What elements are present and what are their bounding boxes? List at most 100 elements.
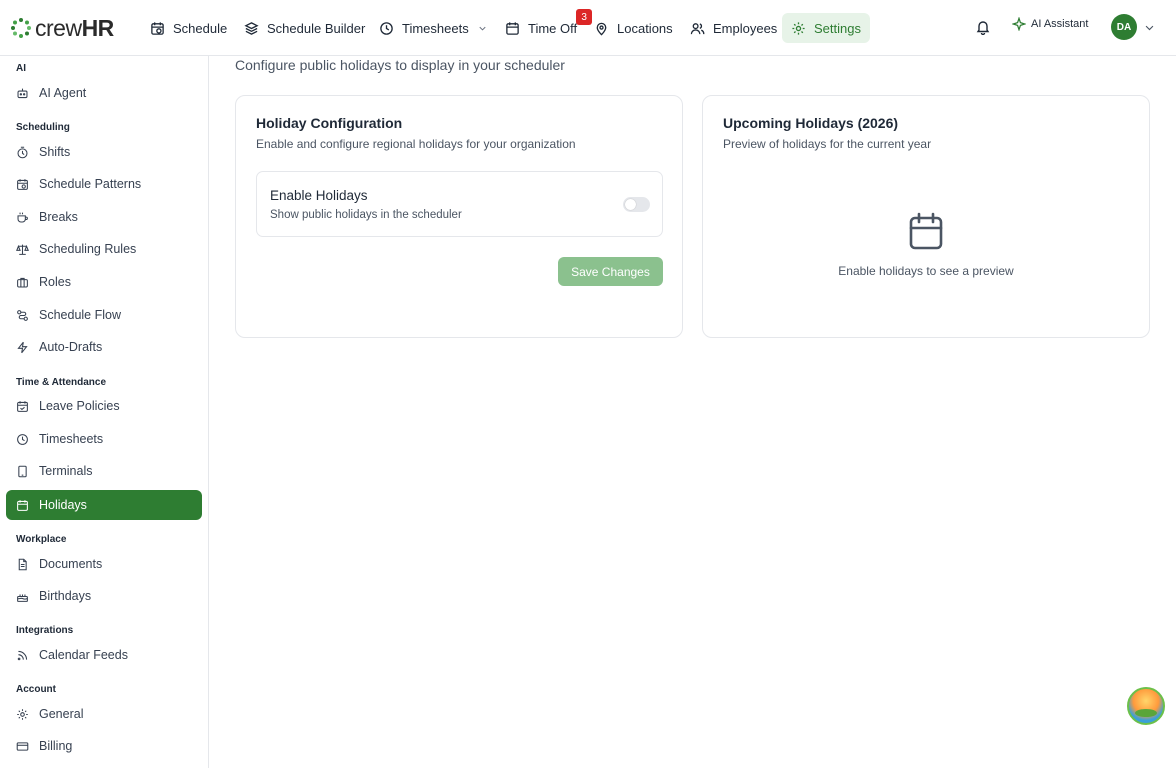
sidebar-item-breaks[interactable]: Breaks	[6, 202, 202, 232]
sidebar-item-terminals[interactable]: Terminals	[6, 456, 202, 486]
sidebar-item-birthdays[interactable]: Birthdays	[6, 581, 202, 611]
sidebar-item-holidays[interactable]: Holidays	[6, 490, 202, 520]
chevron-down-icon	[479, 26, 486, 31]
card-title: Holiday Configuration	[256, 115, 403, 131]
timer-icon	[17, 146, 28, 158]
nav-label: Schedule Builder	[267, 20, 366, 36]
file-icon	[18, 558, 27, 570]
page-subtitle: Configure public holidays to display in …	[235, 57, 565, 73]
nav-label: Schedule	[173, 20, 228, 36]
nav-label: Settings	[814, 20, 861, 36]
calendar-icon	[909, 212, 943, 250]
bell-icon[interactable]	[975, 19, 991, 35]
zap-icon	[17, 341, 28, 353]
logo-mark-icon	[11, 18, 31, 38]
calendar-icon	[17, 499, 28, 511]
nav-timesheets[interactable]: Timesheets	[370, 13, 497, 43]
sidebar-item-label: Schedule Flow	[39, 308, 121, 322]
logo-text: crewHR	[35, 14, 114, 41]
section-title-ai: AI	[16, 63, 26, 74]
enable-holidays-description: Show public holidays in the scheduler	[270, 209, 462, 221]
ai-assistant-button[interactable]: AI Assistant	[1012, 17, 1088, 31]
credit-card-icon	[16, 741, 29, 751]
section-title-account: Account	[16, 684, 56, 695]
nav-employees[interactable]: Employees	[681, 13, 786, 43]
sparkle-icon	[1012, 17, 1026, 31]
sidebar-item-label: Birthdays	[39, 589, 92, 603]
sidebar-item-timesheets[interactable]: Timesheets	[6, 424, 202, 454]
rss-icon	[17, 650, 28, 660]
sidebar-item-label: Breaks	[39, 210, 78, 224]
crewhr-logo[interactable]: crewHR	[10, 14, 114, 42]
briefcase-icon	[17, 277, 28, 287]
sidebar-item-leave-policies[interactable]: Leave Policies	[6, 391, 202, 421]
section-title-integrations: Integrations	[16, 625, 74, 636]
sidebar-item-general[interactable]: General	[6, 699, 202, 729]
nav-label: Timesheets	[402, 20, 469, 36]
section-title-time-attendance: Time & Attendance	[16, 377, 107, 388]
sidebar-item-schedule-flow[interactable]: Schedule Flow	[6, 300, 202, 330]
ai-assistant-label: AI Assistant	[1031, 18, 1089, 30]
settings-sidebar: AI AI Agent Scheduling Shifts Schedule P…	[0, 56, 209, 768]
sidebar-item-label: Shifts	[39, 145, 71, 159]
sidebar-item-calendar-feeds[interactable]: Calendar Feeds	[6, 640, 202, 670]
sidebar-item-roles[interactable]: Roles	[6, 267, 202, 297]
sidebar-item-label: Calendar Feeds	[39, 648, 128, 662]
nav-label: Locations	[617, 20, 673, 36]
users-icon	[690, 22, 705, 34]
gear-icon	[17, 708, 28, 720]
nav-label: Employees	[713, 20, 778, 36]
nav-settings[interactable]: Settings	[782, 13, 870, 43]
card-title: Upcoming Holidays (2026)	[723, 115, 899, 131]
calendar-clock-icon	[17, 178, 28, 190]
sidebar-item-billing[interactable]: Billing	[6, 731, 202, 761]
card-subtitle: Enable and configure regional holidays f…	[256, 137, 576, 151]
nav-time-off[interactable]: Time Off 3	[496, 9, 593, 43]
clock-icon	[380, 21, 393, 35]
top-navigation-bar: crewHR Schedule Schedule Builder Timeshe…	[0, 0, 1176, 56]
sidebar-item-label: Leave Policies	[39, 399, 120, 413]
route-icon	[17, 309, 28, 321]
sidebar-item-label: Scheduling Rules	[39, 242, 137, 256]
enable-holidays-toggle[interactable]	[623, 197, 650, 212]
calendar-icon	[506, 21, 519, 35]
floating-help-button[interactable]	[1127, 687, 1165, 725]
user-avatar[interactable]: DA	[1111, 14, 1137, 40]
nav-locations[interactable]: Locations	[585, 13, 682, 43]
holiday-configuration-card: Holiday Configuration Enable and configu…	[235, 95, 683, 338]
calendar-clock-icon	[151, 21, 164, 35]
bot-icon	[17, 88, 28, 98]
sidebar-item-label: Auto-Drafts	[39, 340, 103, 354]
tablet-icon	[18, 465, 27, 477]
enable-holidays-label: Enable Holidays	[270, 188, 368, 203]
calendar-check-icon	[17, 400, 28, 412]
sidebar-item-schedule-patterns[interactable]: Schedule Patterns	[6, 169, 202, 199]
nav-schedule-builder[interactable]: Schedule Builder	[235, 13, 374, 43]
sidebar-item-ai-agent[interactable]: AI Agent	[6, 78, 202, 108]
sidebar-item-shifts[interactable]: Shifts	[6, 137, 202, 167]
sidebar-item-label: Roles	[39, 275, 71, 289]
sidebar-item-label: AI Agent	[39, 86, 87, 100]
map-pin-icon	[596, 22, 607, 35]
nav-schedule[interactable]: Schedule	[141, 13, 236, 43]
coffee-icon	[17, 212, 28, 222]
empty-state-text: Enable holidays to see a preview	[838, 264, 1014, 278]
enable-holidays-row: Enable Holidays Show public holidays in …	[256, 171, 663, 237]
clock-icon	[17, 433, 28, 445]
scale-icon	[16, 244, 29, 255]
sidebar-item-label: Timesheets	[39, 432, 104, 446]
sidebar-item-label: Terminals	[39, 464, 93, 478]
upcoming-holidays-card: Upcoming Holidays (2026) Preview of holi…	[702, 95, 1150, 338]
sidebar-item-label: Documents	[39, 557, 103, 571]
layers-icon	[244, 21, 259, 35]
section-title-workplace: Workplace	[16, 534, 67, 545]
card-subtitle: Preview of holidays for the current year	[723, 137, 932, 151]
nav-label: Time Off	[528, 20, 578, 36]
sidebar-item-scheduling-rules[interactable]: Scheduling Rules	[6, 234, 202, 264]
section-title-scheduling: Scheduling	[16, 122, 70, 133]
sidebar-item-label: General	[39, 707, 84, 721]
save-changes-button[interactable]: Save Changes	[558, 257, 663, 286]
sidebar-item-documents[interactable]: Documents	[6, 549, 202, 579]
chevron-down-icon[interactable]	[1144, 22, 1155, 33]
sidebar-item-auto-drafts[interactable]: Auto-Drafts	[6, 332, 202, 362]
